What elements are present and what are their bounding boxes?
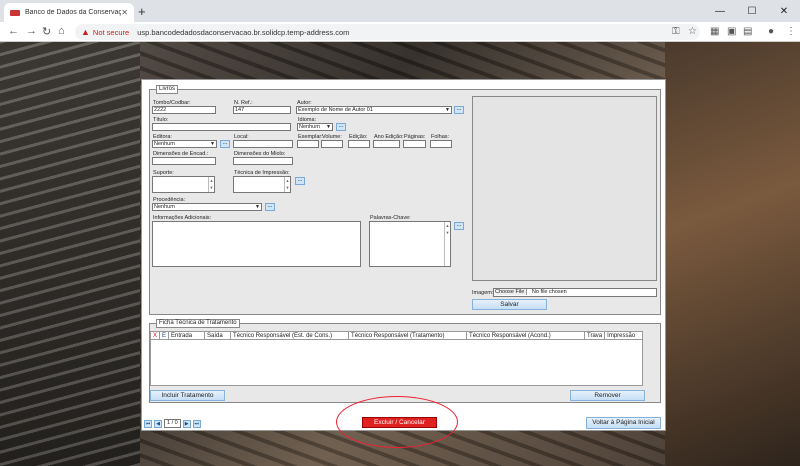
spinner-icon: ▲ ▼ xyxy=(284,177,290,192)
header-tecnico-est-cons: Técnico Responsável (Est. de Cons.) xyxy=(230,331,350,340)
autor-select[interactable]: Exemplo de Nome de Autor 01 ▼ xyxy=(296,106,452,114)
menu-kebab-icon[interactable]: ⋮ xyxy=(786,26,796,37)
livros-fieldset: Livros Tombo/Codbar: 2222 N. Ref.: 147 A… xyxy=(149,85,661,315)
folhas-input[interactable] xyxy=(430,140,452,148)
procedencia-select[interactable]: Nenhum ▼ xyxy=(152,203,262,211)
local-input[interactable] xyxy=(233,140,293,148)
imagem-label: Imagem: xyxy=(472,290,494,296)
editora-more-button[interactable]: ... xyxy=(220,140,230,148)
maximize-icon[interactable]: ☐ xyxy=(736,0,768,22)
background-photo-right xyxy=(665,42,800,466)
header-saida: Saída xyxy=(204,331,232,340)
table-header-row: X E Entrada Saída Técnico Responsável (E… xyxy=(149,331,643,340)
spinner-icon: ▲ ▼ xyxy=(444,222,450,266)
spinner-icon: ▲ ▼ xyxy=(208,177,214,192)
site-favicon-icon xyxy=(10,9,20,16)
idioma-more-button[interactable]: ... xyxy=(336,123,346,131)
background-photo-left xyxy=(0,42,140,466)
book-record-panel: Livros Tombo/Codbar: 2222 N. Ref.: 147 A… xyxy=(141,79,666,431)
ano-edicao-input[interactable] xyxy=(373,140,400,148)
key-icon[interactable]: ⚿ xyxy=(672,26,680,37)
close-window-icon[interactable]: ✕ xyxy=(768,0,800,22)
exemplar-input[interactable] xyxy=(297,140,319,148)
profile-avatar-icon[interactable]: ● xyxy=(768,26,774,37)
treatment-table: X E Entrada Saída Técnico Responsável (E… xyxy=(149,331,643,386)
next-page-button[interactable]: ▶ xyxy=(182,419,191,428)
incluir-tratamento-button[interactable]: Incluir Tratamento xyxy=(150,390,225,401)
suporte-listbox[interactable]: ▲ ▼ xyxy=(152,176,215,193)
extension-icon[interactable]: ▣ xyxy=(727,26,736,37)
header-impressao: Impressão xyxy=(604,331,643,340)
no-file-text: No file chosen xyxy=(531,289,567,295)
chevron-down-icon: ▼ xyxy=(326,124,331,130)
reload-icon[interactable]: ↻ xyxy=(42,25,51,38)
tombo-input[interactable]: 2222 xyxy=(152,106,216,114)
chevron-down-icon: ▼ xyxy=(255,204,260,210)
titulo-input[interactable] xyxy=(152,123,291,131)
image-preview xyxy=(472,96,657,281)
empty-table-body xyxy=(150,339,643,386)
nref-input[interactable]: 147 xyxy=(233,106,291,114)
info-textarea[interactable] xyxy=(152,221,361,267)
omnibox[interactable]: ▲ Not secure usp.bancodedadosdaconservac… xyxy=(75,24,700,40)
header-entrada: Entrada xyxy=(168,331,206,340)
forward-icon[interactable]: → xyxy=(26,25,37,37)
tecnica-listbox[interactable]: ▲ ▼ xyxy=(233,176,291,193)
last-page-button[interactable]: ⏭ xyxy=(192,419,201,428)
pagination: ⏮ ◀ 1 / 0 ▶ ⏭ xyxy=(144,419,203,428)
first-page-button[interactable]: ⏮ xyxy=(144,419,152,428)
prev-page-button[interactable]: ◀ xyxy=(154,419,162,428)
paginas-input[interactable] xyxy=(403,140,426,148)
extension-icon[interactable]: ▦ xyxy=(710,26,719,37)
choose-file-button[interactable]: Choose File xyxy=(495,289,528,295)
ficha-fieldset: Ficha Técnica de Tratamento X E Entrada … xyxy=(149,319,661,403)
bookmark-star-icon[interactable]: ☆ xyxy=(688,26,697,37)
palavras-more-button[interactable]: ... xyxy=(454,222,464,230)
file-input[interactable]: Choose File No file chosen xyxy=(493,288,657,297)
procedencia-select-value: Nenhum xyxy=(154,204,175,210)
tab-title: Banco de Dados da Conservação xyxy=(25,9,122,16)
window-controls: — ☐ ✕ xyxy=(704,0,800,22)
highlight-ellipse xyxy=(336,396,458,448)
autor-select-value: Exemplo de Nome de Autor 01 xyxy=(298,107,373,113)
tab-bar: Banco de Dados da Conservação ✕ + — ☐ ✕ xyxy=(0,0,800,22)
palavras-listbox[interactable]: ▲ ▼ xyxy=(369,221,451,267)
editora-select[interactable]: Nenhum ▼ xyxy=(152,140,217,148)
page-indicator[interactable]: 1 / 0 xyxy=(164,419,181,428)
header-x: X xyxy=(149,331,161,340)
procedencia-more-button[interactable]: ... xyxy=(265,203,275,211)
edicao-input[interactable] xyxy=(348,140,370,148)
header-tecnico-tratamento: Técnico Responsável (Tratamento) xyxy=(348,331,468,340)
salvar-button[interactable]: Salvar xyxy=(472,299,547,310)
dim-miolo-input[interactable] xyxy=(233,157,293,165)
chevron-down-icon: ▼ xyxy=(445,107,450,113)
header-tecnico-acond: Técnico Responsável (Acond.) xyxy=(466,331,586,340)
address-bar-row: ← → ↻ ⌂ ▲ Not secure usp.bancodedadosdac… xyxy=(0,22,800,42)
idioma-select[interactable]: Nenhum ▼ xyxy=(297,123,333,131)
close-tab-icon[interactable]: ✕ xyxy=(121,8,128,17)
new-tab-button[interactable]: + xyxy=(138,4,146,19)
not-secure-label: Not secure xyxy=(92,27,130,37)
ficha-legend: Ficha Técnica de Tratamento xyxy=(156,319,240,328)
back-icon[interactable]: ← xyxy=(8,25,19,37)
dim-encad-input[interactable] xyxy=(152,157,216,165)
warning-icon: ▲ xyxy=(81,27,90,37)
browser-tab[interactable]: Banco de Dados da Conservação ✕ xyxy=(4,3,134,22)
remover-button[interactable]: Remover xyxy=(570,390,645,401)
chevron-down-icon: ▼ xyxy=(210,141,215,147)
editora-select-value: Nenhum xyxy=(154,141,175,147)
autor-more-button[interactable]: ... xyxy=(454,106,464,114)
livros-legend: Livros xyxy=(156,85,179,94)
url-text: usp.bancodedadosdaconservacao.br.solidcp… xyxy=(137,27,350,37)
home-icon[interactable]: ⌂ xyxy=(58,25,65,37)
idioma-select-value: Nenhum xyxy=(299,124,320,130)
volume-input[interactable] xyxy=(321,140,343,148)
tecnica-more-button[interactable]: ... xyxy=(295,177,305,185)
header-e: E xyxy=(159,331,170,340)
extension-icon[interactable]: ▤ xyxy=(743,26,752,37)
minimize-icon[interactable]: — xyxy=(704,0,736,22)
header-trava: Trava xyxy=(584,331,606,340)
voltar-pagina-inicial-button[interactable]: Voltar à Página Inicial xyxy=(586,417,661,429)
